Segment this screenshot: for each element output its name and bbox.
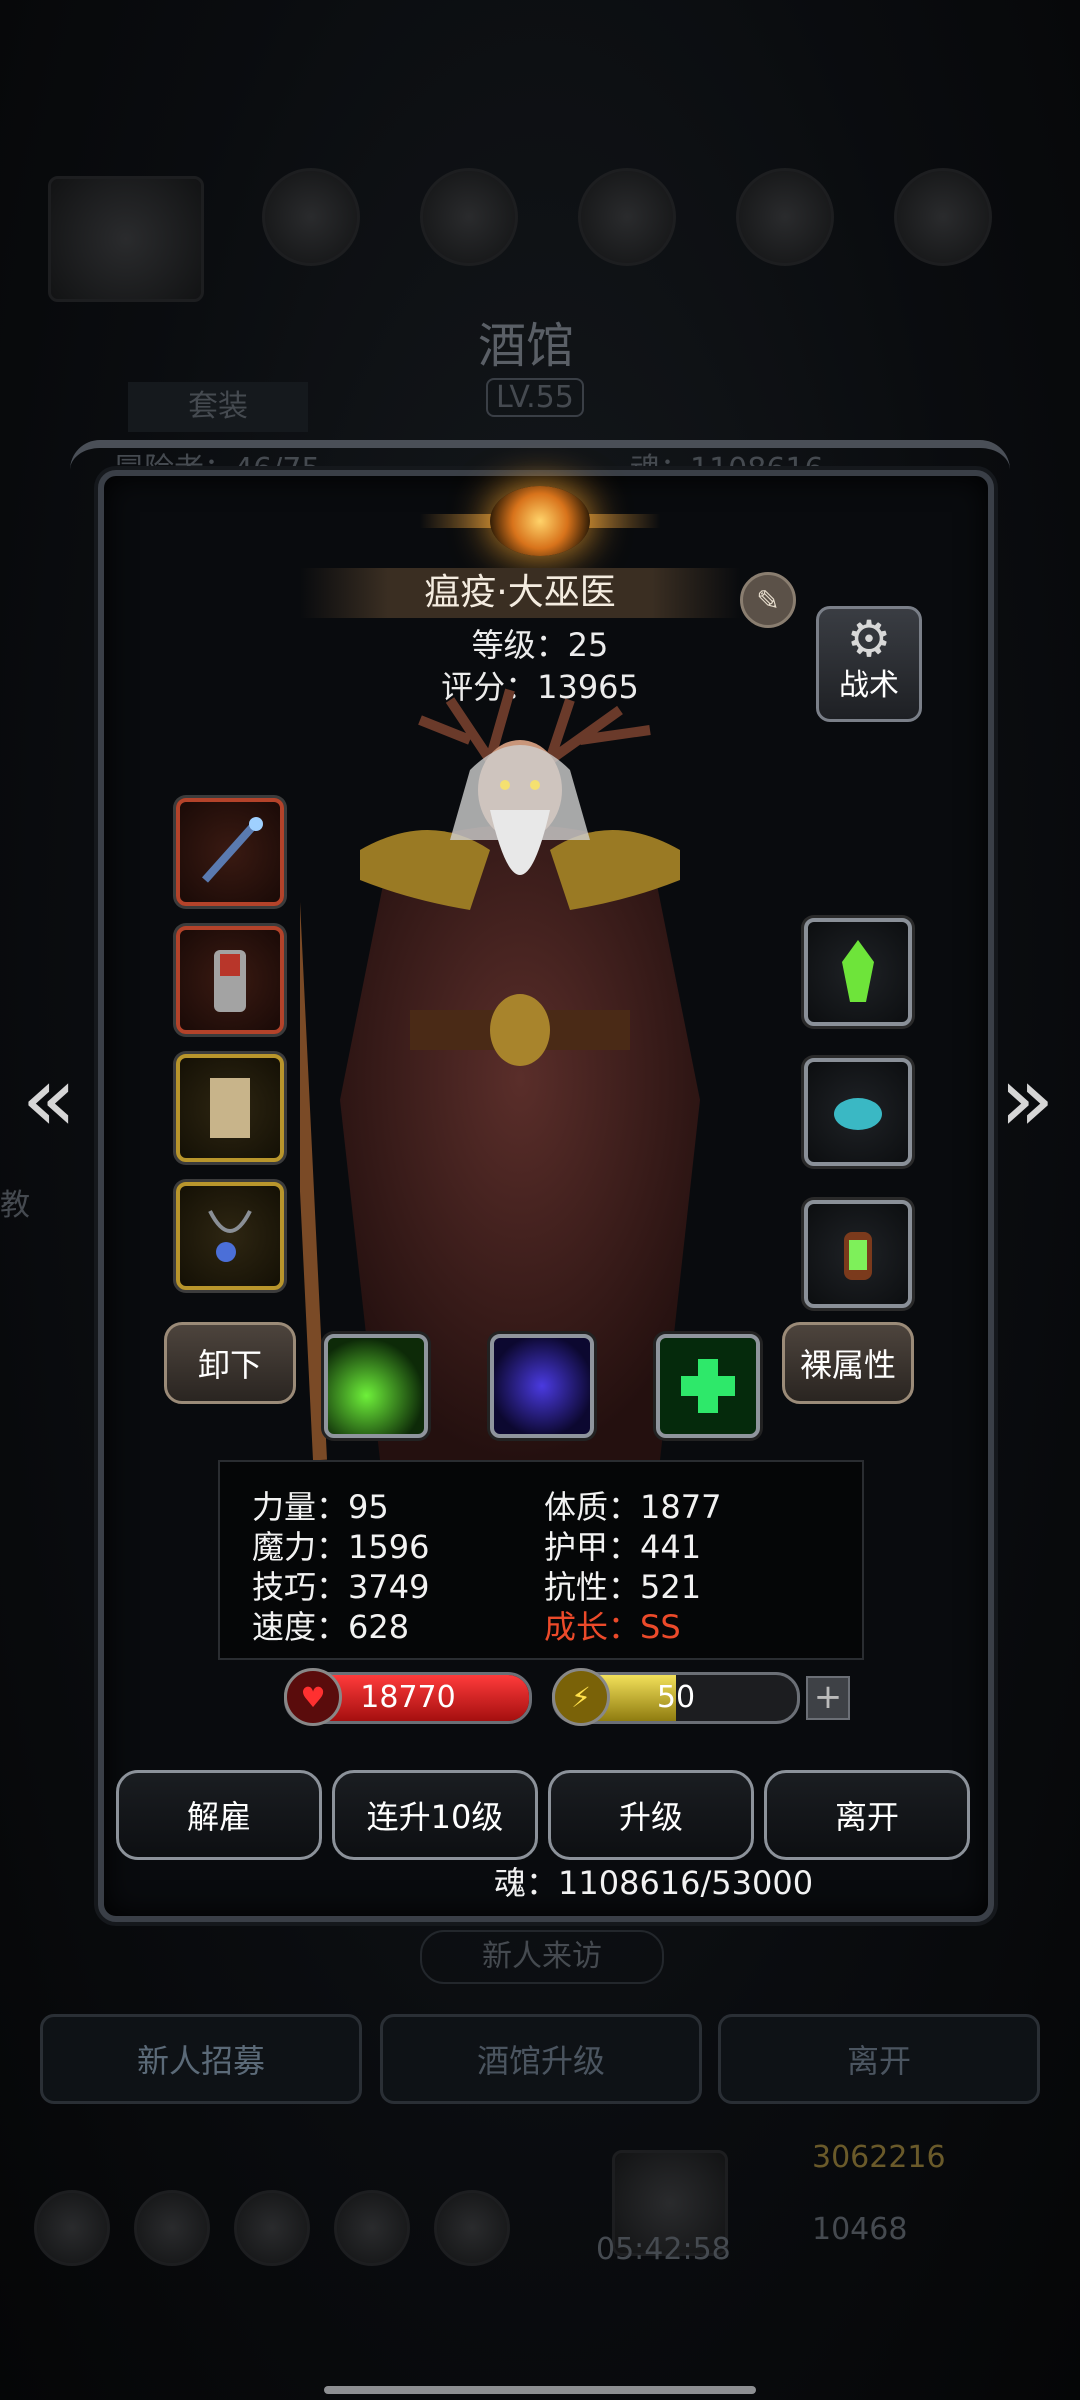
bg-recruit-button: 新人招募 [40,2014,362,2104]
skill-heal-icon[interactable] [656,1334,760,1438]
upgrade-button[interactable]: 升级 [548,1770,754,1860]
bg-gold: 3062216 [812,2140,946,2175]
lightning-icon: ⚡ [552,1668,610,1726]
emblem-icon [490,486,590,556]
bg-tavern-upgrade-button: 酒馆升级 [380,2014,702,2104]
equip-slot-gem-green[interactable] [804,918,912,1026]
heart-icon: ♥ [284,1668,342,1726]
green-crystal-icon [808,922,908,1022]
next-hero-arrow[interactable]: » [992,1050,1062,1150]
bg-level: LV.55 [486,378,584,417]
base-attributes-button[interactable]: 裸属性 [782,1322,914,1404]
tactic-button[interactable]: ⚙ 战术 [816,606,922,722]
bg-class-icon [736,168,834,266]
bg-hero-portrait [48,176,204,302]
scroll-icon [180,1058,280,1158]
bg-set-tab: 套装 [128,382,308,432]
tactic-label: 战术 [839,668,899,703]
gear-icon: ⚙ [846,610,892,668]
equip-slot-weapon[interactable] [176,798,284,906]
unequip-button[interactable]: 卸下 [164,1322,296,1404]
bg-title: 酒馆 [478,318,575,374]
skill-shadow-icon[interactable] [490,1334,594,1438]
soul-cost: 魂：1108616/53000 [494,1864,814,1902]
bg-bottom-icon [234,2190,310,2266]
bg-side-char: 教 [0,1188,30,1223]
equip-slot-lantern[interactable] [804,1200,912,1308]
necklace-icon [180,1186,280,1286]
bg-class-icon [578,168,676,266]
add-energy-button[interactable]: + [806,1676,850,1720]
bg-bottom-icon [434,2190,510,2266]
staff-icon [180,802,280,902]
bg-leave-button: 离开 [718,2014,1040,2104]
equip-slot-armor[interactable] [176,926,284,1034]
leave-button[interactable]: 离开 [764,1770,970,1860]
stat-speed: 速度：628 [252,1608,410,1646]
equip-slot-scroll[interactable] [176,1054,284,1162]
bg-gems: 10468 [812,2212,908,2247]
bg-bottom-icon [334,2190,410,2266]
dismiss-button[interactable]: 解雇 [116,1770,322,1860]
bg-bottom-icon [34,2190,110,2266]
upgrade-10-button[interactable]: 连升10级 [332,1770,538,1860]
blue-stone-icon [808,1062,908,1162]
equip-slot-gem-blue[interactable] [804,1058,912,1166]
lantern-icon [808,1204,908,1304]
bg-class-icon [420,168,518,266]
hero-name: 瘟疫·大巫医 [300,568,740,618]
hero-level: 等级：25 [471,626,609,664]
equip-slot-necklace[interactable] [176,1182,284,1290]
bg-visit: 新人来访 [420,1930,664,1984]
skill-poison-icon[interactable] [324,1334,428,1438]
bg-bottom-icon [134,2190,210,2266]
bg-timer: 05:42:58 [596,2232,731,2267]
home-indicator[interactable] [324,2386,756,2394]
armor-icon [180,930,280,1030]
edit-name-icon[interactable]: ✎ [740,572,796,628]
bg-class-icon [262,168,360,266]
bg-class-icon [894,168,992,266]
prev-hero-arrow[interactable]: « [14,1050,84,1150]
stat-growth: 成长：SS [544,1608,681,1646]
